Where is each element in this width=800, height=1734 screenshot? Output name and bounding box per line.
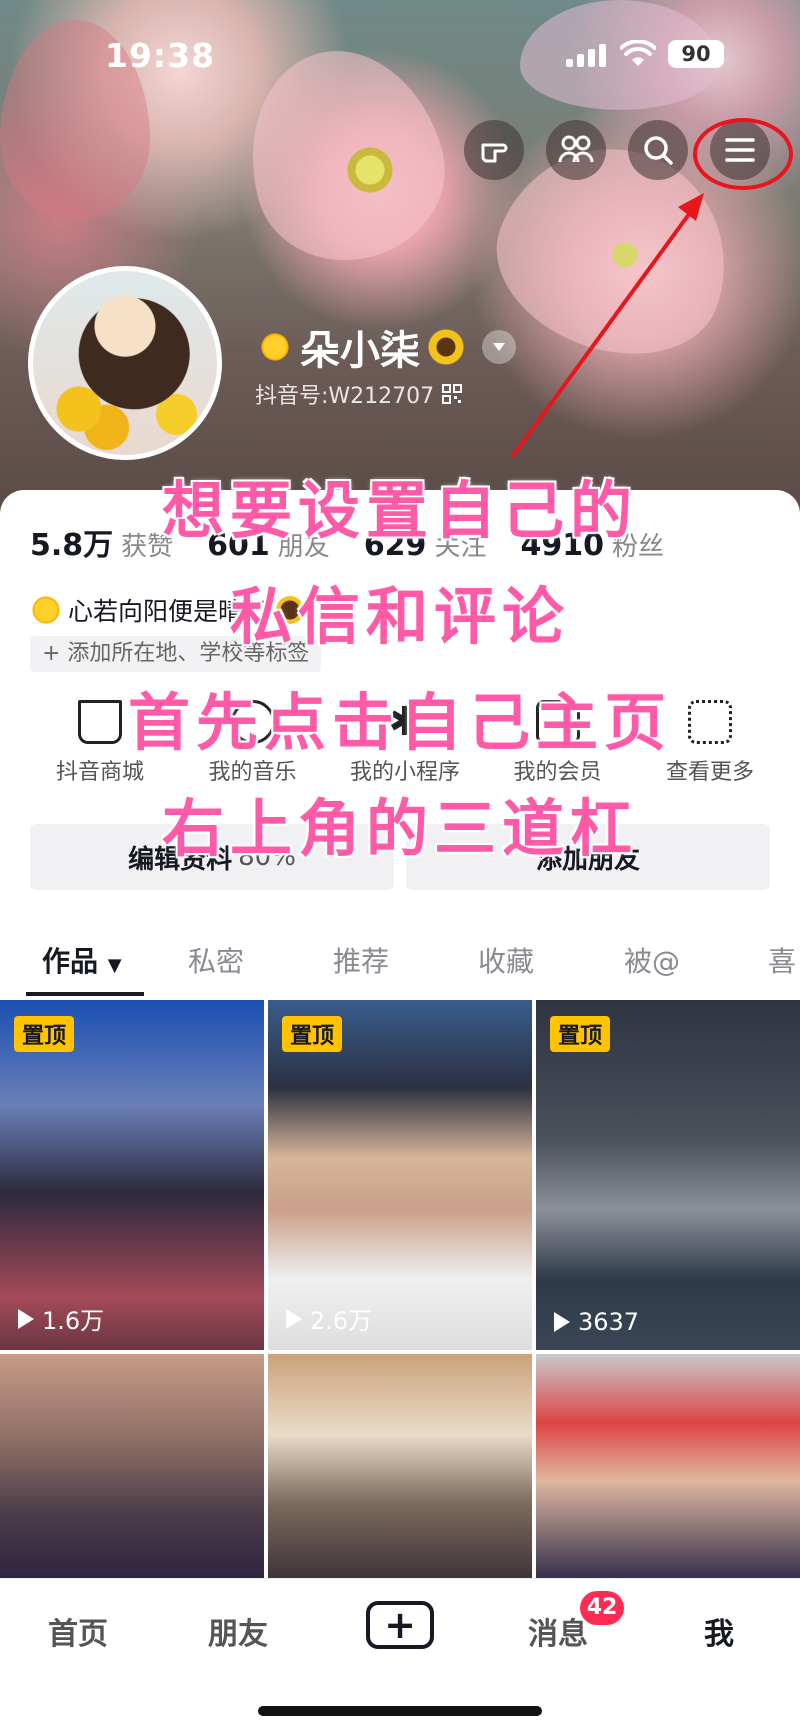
annotation-line-2: 私信和评论 bbox=[229, 580, 570, 653]
plus-icon: + bbox=[384, 1603, 416, 1647]
avatar[interactable] bbox=[28, 266, 222, 460]
pinned-badge: 置顶 bbox=[550, 1016, 611, 1052]
create-button[interactable]: + bbox=[366, 1601, 434, 1649]
tab-favorites[interactable]: 收藏 bbox=[478, 940, 534, 980]
view-count: 2.6万 bbox=[286, 1301, 372, 1336]
nav-me[interactable]: 我 bbox=[704, 1609, 734, 1653]
play-icon bbox=[286, 1308, 302, 1329]
video-thumbnail[interactable]: 置顶 1.6万 bbox=[0, 1000, 264, 1350]
home-indicator bbox=[258, 1706, 542, 1716]
video-thumbnail[interactable]: 置顶 2.6万 bbox=[268, 1000, 532, 1350]
username-row[interactable]: 朵小柒 bbox=[258, 318, 516, 376]
friends-button[interactable] bbox=[546, 120, 606, 180]
status-bar: 19:38 90 bbox=[0, 30, 800, 80]
caret-down-icon: ▼ bbox=[107, 955, 122, 976]
nav-friends[interactable]: 朋友 bbox=[208, 1609, 268, 1653]
annotation-line-3: 首先点击自己主页 bbox=[127, 686, 672, 759]
annotation-line-4: 右上角的三道杠 bbox=[161, 792, 638, 865]
annotation-line-1: 想要设置自己的 bbox=[161, 474, 638, 547]
tab-recommended[interactable]: 推荐 bbox=[333, 940, 389, 980]
active-tab-indicator bbox=[26, 992, 144, 996]
search-button[interactable] bbox=[628, 120, 688, 180]
nav-home[interactable]: 首页 bbox=[48, 1609, 108, 1653]
profile-screen: 19:38 90 朵小柒 抖音号:W212707 5.8万 获赞 601 朋友 … bbox=[0, 0, 800, 1734]
battery-indicator: 90 bbox=[668, 40, 724, 68]
douyin-id: 抖音号:W212707 bbox=[255, 384, 435, 409]
view-count: 1.6万 bbox=[18, 1301, 104, 1336]
search-icon bbox=[644, 136, 673, 165]
douyin-id-row[interactable]: 抖音号:W212707 bbox=[255, 378, 463, 410]
play-icon bbox=[554, 1312, 570, 1332]
sun-emoji-icon bbox=[258, 330, 292, 364]
hand-pointer-icon bbox=[481, 143, 508, 163]
username: 朵小柒 bbox=[300, 328, 420, 374]
tab-private[interactable]: 私密 bbox=[188, 940, 244, 980]
highlight-circle bbox=[693, 118, 793, 190]
qr-code-icon bbox=[442, 384, 463, 404]
video-thumbnail[interactable] bbox=[268, 1354, 532, 1584]
tab-mentions[interactable]: 被@ bbox=[624, 940, 680, 980]
tab-likes[interactable]: 喜 bbox=[768, 940, 796, 980]
nav-messages[interactable]: 消息 bbox=[528, 1609, 588, 1653]
pinned-badge: 置顶 bbox=[14, 1016, 75, 1052]
gesture-button[interactable] bbox=[464, 120, 524, 180]
play-icon bbox=[18, 1308, 34, 1329]
video-thumbnail[interactable]: 置顶 3637 bbox=[536, 1000, 800, 1350]
video-thumbnail[interactable] bbox=[0, 1354, 264, 1584]
video-thumbnail[interactable] bbox=[536, 1354, 800, 1584]
tab-works[interactable]: 作品 ▼ bbox=[42, 940, 122, 980]
wifi-icon bbox=[620, 40, 656, 66]
pinned-badge: 置顶 bbox=[282, 1016, 343, 1052]
status-time: 19:38 bbox=[105, 36, 216, 75]
annotation-arrow bbox=[510, 193, 704, 459]
content-tabs: 作品 ▼ 私密 推荐 收藏 被@ 喜 bbox=[0, 930, 800, 1000]
people-icon bbox=[558, 135, 594, 163]
sunflower-emoji-icon bbox=[428, 329, 464, 365]
chevron-down-icon[interactable] bbox=[482, 330, 516, 364]
view-count: 3637 bbox=[554, 1308, 639, 1336]
signal-icon bbox=[566, 44, 606, 67]
message-badge: 42 bbox=[580, 1591, 624, 1625]
